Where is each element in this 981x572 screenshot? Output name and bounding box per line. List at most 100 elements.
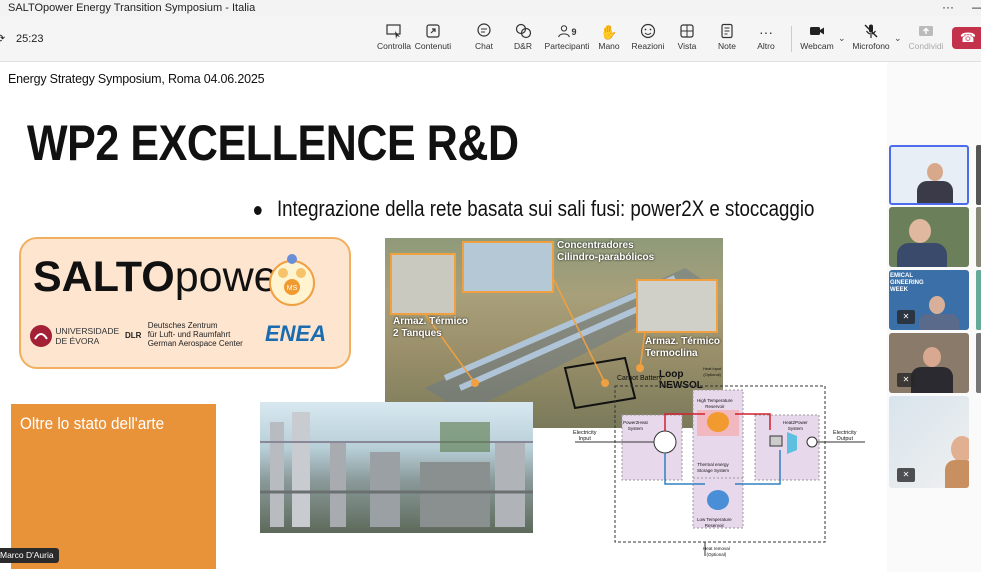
participant-body — [917, 181, 953, 203]
participant-tile-peek[interactable] — [976, 145, 981, 205]
heat-input-label: Heat input (Optional) — [703, 366, 722, 377]
bullet-dot — [254, 205, 262, 215]
webcam-chevron-down-icon[interactable]: ⌄ — [838, 33, 846, 44]
participant-tile[interactable]: EMICAL GINEERING WEEK ✕ — [889, 270, 969, 330]
participant-tile-active[interactable] — [889, 145, 969, 205]
reactions-label: Reazioni — [631, 41, 665, 51]
participant-tile[interactable]: ✕ — [889, 396, 969, 488]
qa-icon — [515, 23, 532, 41]
notes-label: Note — [718, 41, 736, 51]
share-button[interactable]: Condividi — [904, 23, 948, 51]
slide-title: WP2 EXCELLENCE R&D — [27, 115, 519, 171]
evora-logo: UNIVERSIDADE DE ÉVORA — [29, 324, 119, 348]
electricity-output-label: Electricity Output — [833, 430, 857, 442]
control-label: Controlla — [376, 41, 412, 51]
saltopower-logo: SALTOpower MS UNIVERSIDADE DE ÉVORA DLR … — [19, 237, 351, 369]
chat-label: Chat — [475, 41, 493, 51]
dlr-short-text: DLR — [125, 331, 142, 340]
content-button[interactable]: Contenuti — [411, 23, 455, 51]
participant-tile-peek[interactable] — [976, 333, 981, 393]
participant-face — [929, 296, 945, 314]
share-icon — [918, 23, 934, 41]
raise-hand-label: Mano — [598, 41, 620, 51]
raise-hand-icon: ✋ — [600, 24, 618, 40]
salto-text: SALTO — [33, 253, 175, 301]
heat-removal-label: Heat removal (Optional) — [703, 546, 730, 557]
microphone-chevron-down-icon[interactable]: ⌄ — [894, 33, 902, 44]
more-label: Altro — [757, 41, 775, 51]
participant-tile[interactable]: ✕ — [889, 333, 969, 393]
participants-button[interactable]: 9 Partecipanti — [544, 23, 590, 51]
chat-button[interactable]: Chat — [462, 23, 506, 51]
participant-body — [945, 460, 969, 488]
participant-face — [927, 163, 943, 181]
plant-ground-photo — [260, 402, 533, 533]
phone-hangup-icon: ☎ — [959, 30, 977, 45]
ms-text: MS — [287, 285, 298, 292]
label-concentratori: Concentradores Cilindro-parabólicos — [557, 240, 655, 263]
camera-icon — [809, 23, 825, 41]
storage-label: Thermal energy Storage System — [697, 462, 730, 473]
qa-button[interactable]: D&R — [501, 23, 545, 51]
evora-emblem-icon — [30, 325, 52, 347]
shared-slide: Energy Strategy Symposium, Roma 04.06.20… — [0, 62, 887, 572]
more-icon: ··· — [759, 24, 773, 40]
bullet-text: Integrazione della rete basata sui sali … — [276, 196, 815, 221]
view-label: Vista — [677, 41, 697, 51]
timer-text: 25:23 — [16, 33, 44, 45]
participant-face — [923, 347, 941, 367]
oltre-box: Oltre lo stato dell'arte — [11, 404, 216, 569]
webcam-button[interactable]: Webcam — [795, 23, 839, 51]
participant-body — [911, 367, 953, 393]
window-minimize-icon[interactable]: — — [972, 0, 981, 14]
participants-count: 9 — [571, 27, 577, 37]
participants-strip: EMICAL GINEERING WEEK ✕ ✕ ✕ — [887, 62, 981, 572]
heat2power-label: Heat2Power System — [783, 420, 808, 431]
speaker-name: Marco D'Auria — [0, 550, 54, 560]
view-button[interactable]: Vista — [665, 23, 709, 51]
carnot-battery-diagram: Electricity Input Electricity Output Pow… — [573, 366, 865, 560]
window-titlebar: SALTOpower Energy Transition Symposium -… — [0, 0, 981, 16]
content-label: Contenuti — [414, 41, 452, 51]
toolbar-divider — [791, 26, 792, 52]
reactions-button[interactable]: Reazioni — [626, 23, 670, 51]
label-tanques: Armaz. Térmico 2 Tanques — [393, 316, 469, 339]
hangup-button[interactable]: ☎ — [952, 27, 981, 49]
label-termoclina: Armaz. Térmico Termoclina — [645, 336, 721, 359]
oltre-text: Oltre lo stato dell'arte — [20, 414, 165, 433]
control-button[interactable]: Controlla — [372, 23, 416, 51]
share-content-icon — [425, 23, 441, 41]
participant-tile[interactable] — [889, 207, 969, 267]
window-more-icon[interactable]: ··· — [942, 0, 954, 14]
more-button[interactable]: ··· Altro — [744, 23, 788, 51]
qa-label: D&R — [514, 41, 532, 51]
saltopower-wordmark: SALTOpower — [33, 253, 292, 302]
mic-off-icon: ✕ — [897, 373, 915, 387]
high-temp-label: High Temperature Reservoir — [697, 398, 733, 409]
participant-tile-peek[interactable] — [976, 270, 981, 330]
power2heat-label: Power2Heat System — [623, 420, 648, 431]
mic-off-icon: ✕ — [897, 468, 915, 482]
electricity-input-label: Electricity Input — [573, 430, 597, 442]
notes-button[interactable]: Note — [705, 23, 749, 51]
evora-text: UNIVERSIDADE DE ÉVORA — [55, 326, 120, 346]
slide-bullet: Integrazione della rete basata sui sali … — [254, 196, 814, 222]
meeting-toolbar: ⟳ 25:23 Controlla Contenuti Chat D&R 9 P… — [0, 16, 981, 62]
enea-logo: ENEA — [265, 321, 326, 347]
window-title: SALTOpower Energy Transition Symposium -… — [8, 2, 256, 14]
microphone-label: Microfono — [852, 41, 890, 51]
chat-icon — [476, 23, 492, 41]
shield-icon: ⟳ — [0, 33, 6, 45]
participant-body — [897, 243, 947, 267]
webcam-label: Webcam — [800, 41, 834, 51]
microphone-button[interactable]: Microfono — [849, 23, 893, 51]
raise-hand-button[interactable]: ✋ Mano — [587, 23, 631, 51]
mic-off-icon: ✕ — [897, 310, 915, 324]
participant-tile-peek[interactable] — [976, 207, 981, 267]
reactions-icon — [640, 23, 656, 41]
share-control-icon — [386, 23, 402, 41]
enea-text: ENEA — [265, 321, 327, 346]
ms-emblem-icon: MS — [269, 254, 315, 306]
people-icon: 9 — [557, 23, 577, 41]
speaker-name-badge: Marco D'Auria — [0, 548, 59, 563]
